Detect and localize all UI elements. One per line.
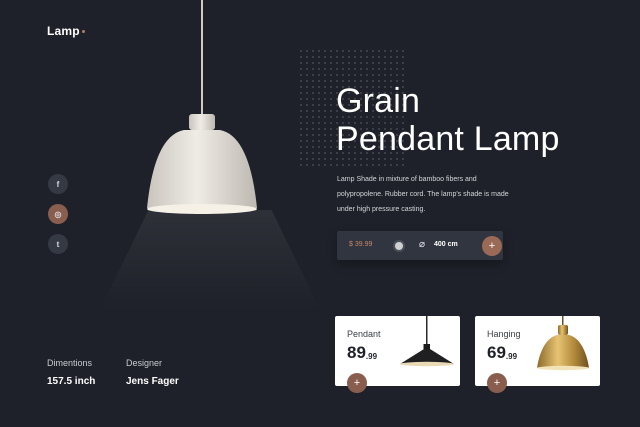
hero-lamp-image — [100, 0, 320, 310]
price-display: $ 39.99 — [349, 241, 372, 248]
facebook-icon: f — [56, 179, 60, 189]
add-to-cart-button[interactable]: + — [482, 236, 502, 256]
spec-designer: Designer Jens Fager — [126, 358, 179, 387]
card-price-cents: .99 — [365, 352, 378, 361]
light-beam — [100, 210, 320, 310]
lamp-cord — [201, 0, 203, 118]
dimensions-label: Dimentions — [47, 358, 93, 368]
twitter-icon: t — [56, 239, 60, 249]
size-value[interactable]: 400 cm — [434, 241, 458, 248]
product-description: Lamp Shade in mixture of bamboo fibers a… — [337, 176, 509, 213]
diameter-icon: ⌀ — [419, 239, 426, 250]
brand-logo[interactable]: Lamp — [47, 24, 85, 38]
color-swatch[interactable] — [395, 242, 403, 250]
purchase-bar: $ 39.99 ⌀ 400 cm — [337, 231, 503, 260]
designer-value: Jens Fager — [126, 376, 179, 387]
plus-icon: + — [488, 240, 496, 252]
lamp-shade — [147, 114, 257, 214]
add-pendant-button[interactable]: + — [347, 373, 367, 393]
currency-symbol: $ — [349, 241, 353, 248]
card-price-main: 69 — [487, 343, 506, 362]
card-price: 69.99 — [487, 343, 517, 363]
card-price: 89.99 — [347, 343, 377, 363]
plus-icon: + — [493, 377, 501, 389]
facebook-button[interactable]: f — [48, 174, 68, 194]
product-title-line2: Pendant Lamp — [336, 120, 560, 158]
product-title: Grain Pendant Lamp — [336, 82, 560, 158]
spec-dimensions: Dimentions 157.5 inch — [47, 358, 95, 387]
card-product-name: Hanging — [487, 329, 521, 339]
card-price-main: 89 — [347, 343, 366, 362]
plus-icon: + — [353, 377, 361, 389]
brand-name: Lamp — [47, 24, 80, 38]
pendant-lamp-image — [400, 316, 454, 367]
brand-dot — [81, 30, 85, 34]
instagram-icon: ◎ — [54, 209, 62, 219]
card-price-cents: .99 — [505, 352, 518, 361]
designer-label: Designer — [126, 358, 163, 368]
price-value: 39.99 — [354, 241, 373, 248]
hanging-lamp-image — [537, 316, 589, 371]
twitter-button[interactable]: t — [48, 234, 68, 254]
card-product-name: Pendant — [347, 329, 381, 339]
instagram-button[interactable]: ◎ — [48, 204, 68, 224]
product-title-line1: Grain — [336, 82, 421, 120]
dimensions-value: 157.5 inch — [47, 376, 96, 387]
add-hanging-button[interactable]: + — [487, 373, 507, 393]
